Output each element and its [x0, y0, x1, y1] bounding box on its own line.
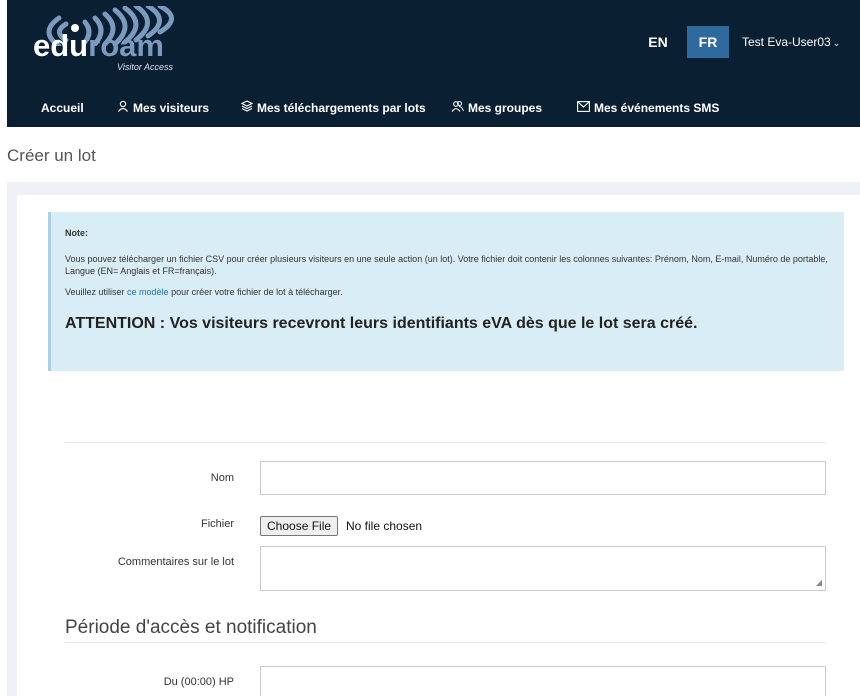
file-label: Fichier [200, 518, 234, 530]
nav-label: Accueil [41, 101, 84, 115]
nav-item-accueil[interactable]: Accueil [41, 90, 84, 127]
brand-subtitle: Visitor Access [117, 62, 174, 72]
choose-file-button[interactable]: Choose File [260, 516, 339, 536]
name-label: Nom [210, 472, 234, 484]
top-bar: eduroam Visitor Access EN FR Test Eva-Us… [7, 0, 860, 127]
brand-part-2: roam [88, 28, 164, 63]
nav-label: Mes événements SMS [594, 101, 720, 115]
from-date-label: Du (00:00) HP [163, 676, 234, 688]
comments-textarea[interactable]: ◢ [260, 546, 826, 591]
language-fr[interactable]: FR [687, 26, 729, 58]
section-title: Période d'accès et notification [65, 617, 317, 638]
nav-item-groupes[interactable]: Mes groupes [451, 90, 542, 127]
nav-item-visiteurs[interactable]: Mes visiteurs [117, 90, 209, 127]
divider [65, 642, 826, 643]
language-en[interactable]: EN [644, 26, 672, 58]
name-input[interactable] [260, 461, 826, 495]
page-title: Créer un lot [7, 146, 96, 165]
nav-label: Mes visiteurs [133, 101, 210, 115]
nav-label: Mes groupes [468, 101, 543, 115]
user-name: Test Eva-User03 [742, 35, 831, 49]
note-paragraph: Vous pouvez télécharger un fichier CSV p… [65, 254, 828, 276]
warning-text: ATTENTION : Vos visiteurs recevront leur… [65, 315, 698, 332]
main-nav: Accueil Mes visiteurs Mes téléchargement… [7, 90, 860, 127]
user-menu[interactable]: Test Eva-User03 ⌄ [742, 26, 840, 58]
brand-part-1: edu [33, 28, 89, 63]
brand-wordmark: eduroam [33, 30, 164, 61]
divider [65, 442, 826, 443]
nav-label: Mes téléchargements par lots [257, 101, 426, 115]
resize-handle-icon[interactable]: ◢ [816, 579, 822, 587]
template-link[interactable]: ce modèle [127, 287, 169, 297]
envelope-icon [577, 90, 590, 127]
note-title: Note: [65, 228, 88, 238]
note-text: Veuillez utiliser [65, 287, 128, 297]
layers-icon [240, 90, 254, 127]
file-status: No file chosen [346, 519, 423, 533]
comments-label: Commentaires sur le lot [117, 556, 234, 568]
note-template-paragraph: Veuillez utiliser ce modèle pour créer v… [65, 287, 830, 297]
user-icon [117, 90, 129, 127]
users-icon [451, 90, 464, 127]
from-date-input[interactable] [260, 666, 826, 696]
eduroam-logo[interactable]: eduroam Visitor Access [33, 6, 203, 76]
chevron-down-icon: ⌄ [832, 38, 841, 48]
nav-item-sms[interactable]: Mes événements SMS [577, 90, 719, 127]
note-text: pour créer votre fichier de lot à téléch… [168, 287, 343, 297]
info-note: Note: Vous pouvez télécharger un fichier… [48, 212, 844, 371]
nav-item-telechargements[interactable]: Mes téléchargements par lots [240, 90, 426, 127]
